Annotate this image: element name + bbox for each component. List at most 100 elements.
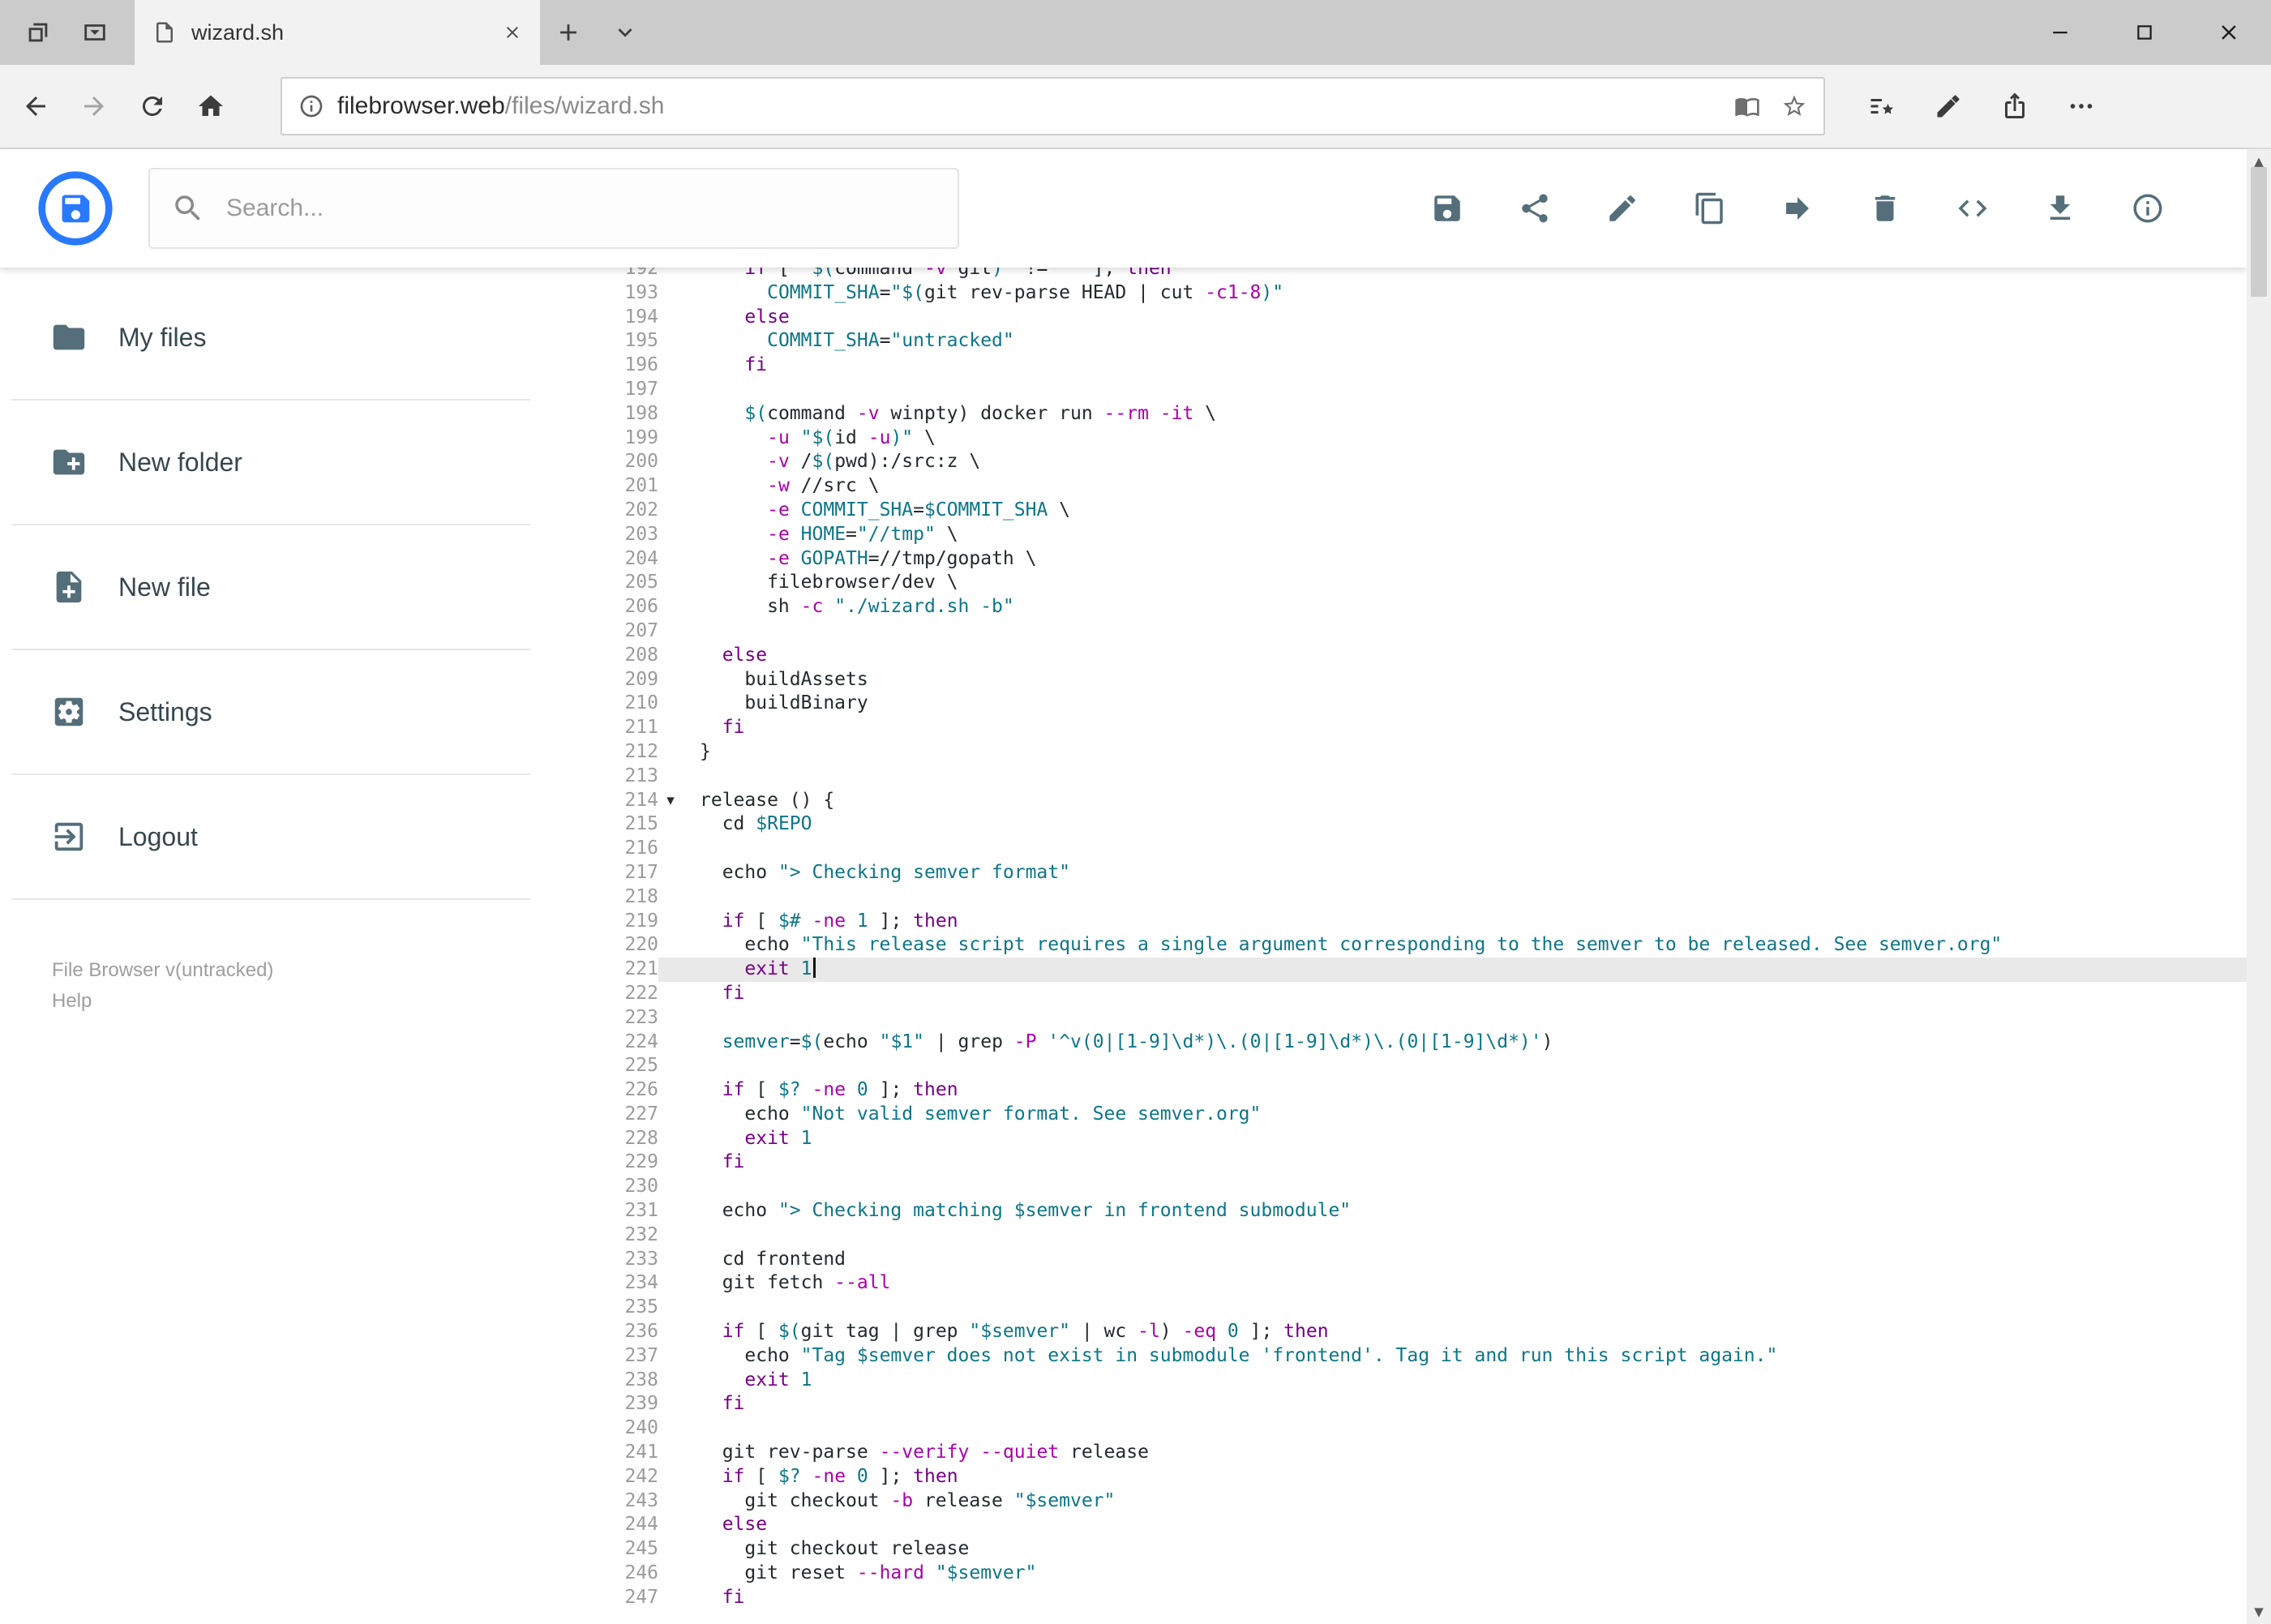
code-line[interactable]: 246 git reset --hard "$semver" [600,1562,2247,1586]
delete-button[interactable] [1867,191,1903,226]
code-text[interactable]: cd $REPO [683,812,812,837]
code-text[interactable]: fi [683,1586,745,1610]
code-line[interactable]: 237 echo "Tag $semver does not exist in … [600,1344,2247,1369]
code-line[interactable]: 239 fi [600,1392,2247,1416]
code-text[interactable]: git checkout -b release "$semver" [683,1489,1115,1514]
code-text[interactable]: -u "$(id -u)" \ [683,426,936,451]
favorites-hub-icon[interactable] [1859,84,1905,129]
code-text[interactable]: if [ $? -ne 0 ]; then [683,1078,958,1103]
code-text[interactable]: } [683,740,711,765]
browser-tab[interactable]: wizard.sh [135,0,540,65]
code-line[interactable]: 201 -w //src \ [600,474,2247,499]
new-tab-button[interactable] [540,0,597,65]
rename-button[interactable] [1605,191,1640,226]
code-text[interactable]: -e COMMIT_SHA=$COMMIT_SHA \ [683,499,1070,523]
code-text[interactable]: else [683,644,767,668]
download-button[interactable] [2042,191,2078,226]
code-line[interactable]: 199 -u "$(id -u)" \ [600,426,2247,451]
tab-list-chevron-icon[interactable] [597,0,653,65]
code-text[interactable] [683,1416,700,1441]
code-line[interactable]: 208 else [600,644,2247,668]
code-line[interactable]: 224 semver=$(echo "$1" | grep -P '^v(0|[… [600,1031,2247,1055]
code-text[interactable] [683,885,700,910]
code-text[interactable]: if [ $? -ne 0 ]; then [683,1465,958,1489]
code-text[interactable]: if [ "$(command -v git)" != "" ]; then [683,268,1171,281]
save-button[interactable] [1429,191,1465,226]
code-text[interactable]: git rev-parse --verify --quiet release [683,1441,1149,1465]
code-text[interactable]: filebrowser/dev \ [683,571,958,595]
code-text[interactable]: -e GOPATH=//tmp/gopath \ [683,547,1036,572]
code-text[interactable]: -e HOME="//tmp" \ [683,523,958,547]
code-text[interactable] [683,1223,700,1248]
code-line[interactable]: 245 git checkout release [600,1537,2247,1562]
code-line[interactable]: 213 [600,765,2247,789]
code-line[interactable]: 236 if [ $(git tag | grep "$semver" | wc… [600,1320,2247,1344]
site-info-icon[interactable] [298,93,324,119]
maximize-button[interactable] [2102,0,2187,65]
code-line[interactable]: 221 exit 1 [600,958,2247,982]
code-line[interactable]: 226 if [ $? -ne 0 ]; then [600,1078,2247,1103]
code-text[interactable] [683,765,700,789]
code-text[interactable]: echo "> Checking matching $semver in fro… [683,1199,1351,1223]
code-line[interactable]: 209 buildAssets [600,668,2247,692]
code-line[interactable]: 219 if [ $# -ne 1 ]; then [600,910,2247,934]
home-icon[interactable] [188,84,234,129]
vertical-scrollbar[interactable]: ▲ ▼ [2247,149,2271,1624]
code-text[interactable]: exit 1 [683,958,816,982]
code-text[interactable]: git reset --hard "$semver" [683,1562,1036,1586]
code-editor[interactable]: 192 if [ "$(command -v git)" != "" ]; th… [600,268,2247,1624]
code-line[interactable]: 235 [600,1296,2247,1320]
sidebar-item-new-file[interactable]: New file [11,525,530,650]
code-text[interactable]: -w //src \ [683,474,879,499]
refresh-icon[interactable] [130,84,175,129]
code-line[interactable]: 243 git checkout -b release "$semver" [600,1489,2247,1514]
code-line[interactable]: 198 $(command -v winpty) docker run --rm… [600,402,2247,426]
minimize-button[interactable] [2018,0,2102,65]
code-text[interactable]: echo "Not valid semver format. See semve… [683,1103,1261,1127]
tab-preview-icon[interactable] [66,0,123,65]
sidebar-item-my-files[interactable]: My files [11,276,530,401]
code-line[interactable]: 216 [600,837,2247,861]
forward-icon[interactable] [71,84,117,129]
code-text[interactable]: -v /$(pwd):/src:z \ [683,450,980,474]
copy-button[interactable] [1692,191,1728,226]
code-text[interactable] [683,378,700,402]
code-text[interactable]: fi [683,716,745,740]
code-text[interactable] [683,1175,700,1199]
code-line[interactable]: 206 sh -c "./wizard.sh -b" [600,595,2247,619]
code-line[interactable]: 218 [600,885,2247,910]
set-tabs-aside-icon[interactable] [10,0,66,65]
code-text[interactable]: else [683,306,789,330]
code-text[interactable]: buildBinary [683,692,868,716]
code-text[interactable]: git checkout release [683,1537,969,1562]
code-line[interactable]: 202 -e COMMIT_SHA=$COMMIT_SHA \ [600,499,2247,523]
code-line[interactable]: 232 [600,1223,2247,1248]
favorite-star-icon[interactable] [1781,93,1807,119]
code-line[interactable]: 203 -e HOME="//tmp" \ [600,523,2247,547]
code-line[interactable]: 214 ▾ release () { [600,789,2247,813]
switch-editor-button[interactable] [1955,191,1990,226]
code-line[interactable]: 210 buildBinary [600,692,2247,716]
code-line[interactable]: 238 exit 1 [600,1369,2247,1393]
fold-marker-icon[interactable]: ▾ [658,789,683,813]
code-line[interactable]: 240 [600,1416,2247,1441]
code-text[interactable]: if [ $# -ne 1 ]; then [683,910,958,934]
code-text[interactable]: fi [683,982,745,1006]
code-line[interactable]: 227 echo "Not valid semver format. See s… [600,1103,2247,1127]
code-text[interactable] [683,1296,700,1320]
sidebar-item-logout[interactable]: Logout [11,775,530,900]
scrollbar-thumb[interactable] [2251,167,2267,297]
code-text[interactable]: else [683,1513,767,1537]
code-text[interactable]: semver=$(echo "$1" | grep -P '^v(0|[1-9]… [683,1031,1553,1055]
code-text[interactable] [683,837,700,861]
code-line[interactable]: 247 fi [600,1586,2247,1610]
code-text[interactable]: echo "This release script requires a sin… [683,933,2002,958]
reading-view-icon[interactable] [1734,93,1760,119]
code-line[interactable]: 204 -e GOPATH=//tmp/gopath \ [600,547,2247,572]
code-line[interactable]: 233 cd frontend [600,1248,2247,1272]
code-text[interactable]: COMMIT_SHA="untracked" [683,329,1014,354]
sidebar-item-new-folder[interactable]: New folder [11,401,530,525]
web-notes-pen-icon[interactable] [1926,84,1971,129]
close-button[interactable] [2187,0,2271,65]
code-line[interactable]: 242 if [ $? -ne 0 ]; then [600,1465,2247,1489]
